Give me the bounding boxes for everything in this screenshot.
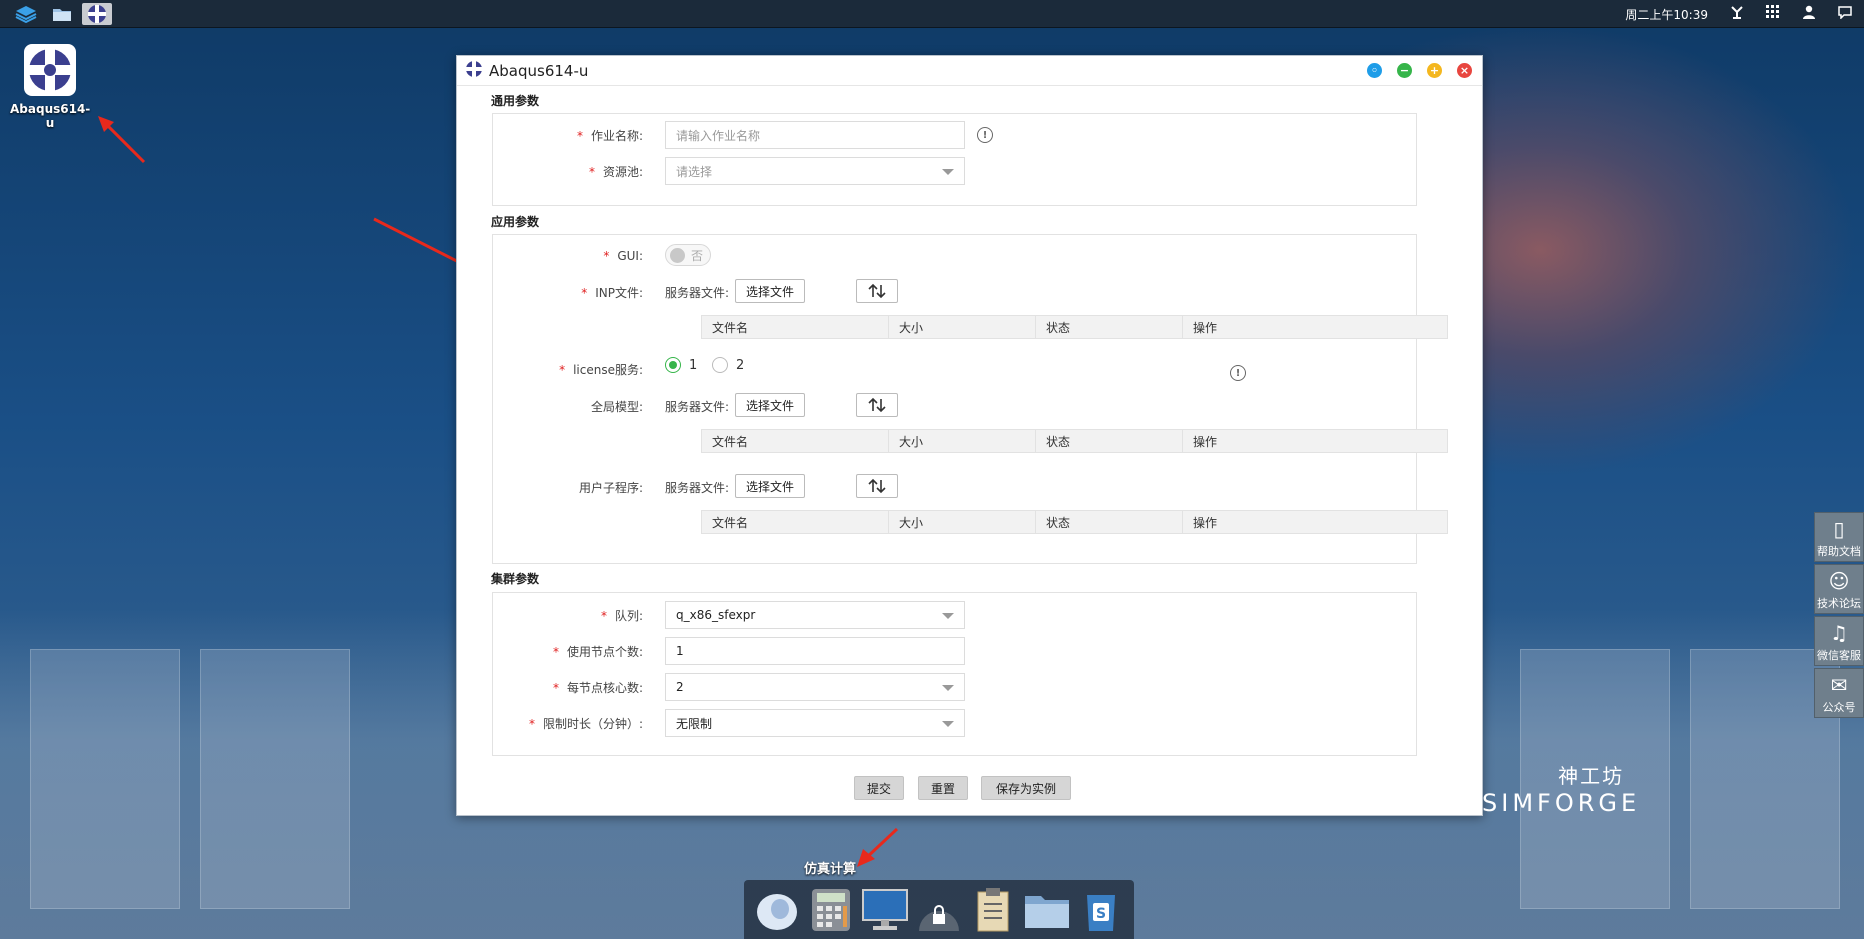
abaqus-icon[interactable]	[82, 3, 112, 25]
folder-icon[interactable]	[1022, 885, 1072, 935]
reset-button[interactable]: 重置	[918, 776, 968, 800]
help-docs-button[interactable]: ▯ 帮助文档	[1814, 512, 1864, 562]
gui-label: * GUI:	[603, 249, 643, 263]
background-rack	[200, 649, 350, 909]
tech-forum-button[interactable]: ☺ 技术论坛	[1814, 564, 1864, 614]
license-radio-2[interactable]: 2	[712, 357, 744, 373]
window-title: Abaqus614-u	[489, 61, 589, 80]
submit-button[interactable]: 提交	[854, 776, 904, 800]
save-as-instance-button[interactable]: 保存为实例	[981, 776, 1071, 800]
nodes-label: * 使用节点个数:	[552, 645, 643, 659]
lock-icon[interactable]	[914, 885, 964, 935]
cores-label: * 每节点核心数:	[552, 681, 643, 695]
subroutine-label: 用户子程序:	[578, 481, 643, 495]
time-limit-select[interactable]: 无限制	[665, 709, 965, 737]
shell-app-icon[interactable]	[752, 885, 802, 935]
cluster-params-panel: * 队列: q_x86_sfexpr * 使用节点个数: 1 * 每节点核心数: 2 …	[492, 592, 1417, 756]
headset-icon: ♫	[1830, 621, 1848, 645]
chevron-down-icon	[942, 613, 954, 619]
dock-label: 仿真计算	[804, 862, 857, 877]
transfer-icon	[868, 478, 886, 494]
abaqus-window: Abaqus614-u ◦ − + × 通用参数 * 作业名称: 请输入作业名称 …	[456, 55, 1483, 816]
subroutine-table-header: 文件名 大小 状态 操作	[701, 510, 1448, 534]
apps-grid-icon[interactable]	[1766, 5, 1780, 23]
chevron-down-icon	[942, 685, 954, 691]
monitor-icon[interactable]	[860, 885, 910, 935]
annotation-arrow	[98, 116, 146, 164]
license-label: * license服务:	[559, 363, 643, 377]
info-icon[interactable]: !	[977, 127, 993, 143]
upload-download-button[interactable]	[856, 393, 898, 417]
transfer-icon	[868, 397, 886, 413]
inp-file-table-header: 文件名 大小 状态 操作	[701, 315, 1448, 339]
wechat-icon: ✉	[1830, 673, 1848, 697]
maximize-icon[interactable]: +	[1427, 63, 1442, 78]
section-title-general: 通用参数	[491, 94, 540, 108]
minimize-icon[interactable]: −	[1397, 63, 1412, 78]
s-app-icon[interactable]: S	[1076, 885, 1126, 935]
pool-select[interactable]: 请选择	[665, 157, 965, 185]
chevron-down-icon	[942, 169, 954, 175]
queue-select[interactable]: q_x86_sfexpr	[665, 601, 965, 629]
inp-label: * INP文件:	[581, 286, 643, 300]
abaqus-logo-icon	[24, 44, 76, 96]
server-file-label: 服务器文件:	[665, 286, 730, 300]
wechat-support-button[interactable]: ♫ 微信客服	[1814, 616, 1864, 666]
layers-icon[interactable]	[14, 3, 38, 25]
face-icon: ☺	[1828, 569, 1850, 593]
official-account-button[interactable]: ✉ 公众号	[1814, 668, 1864, 718]
job-name-label: * 作业名称:	[576, 129, 643, 143]
user-icon[interactable]	[1802, 5, 1816, 23]
dock: S	[744, 880, 1134, 939]
calculator-icon[interactable]	[806, 885, 856, 935]
window-title-bar[interactable]: Abaqus614-u ◦ − + ×	[457, 56, 1482, 86]
section-title-cluster: 集群参数	[491, 572, 540, 586]
nodes-input[interactable]: 1	[665, 637, 965, 665]
choose-file-button[interactable]: 选择文件	[735, 393, 806, 417]
gui-toggle[interactable]: 否	[665, 244, 711, 266]
close-icon[interactable]: ×	[1457, 63, 1472, 78]
settings-icon[interactable]: ◦	[1367, 63, 1382, 78]
queue-label: * 队列:	[600, 609, 643, 623]
svg-text:S: S	[1096, 906, 1106, 922]
clipboard-icon[interactable]	[968, 885, 1018, 935]
server-file-label: 服务器文件:	[665, 481, 730, 495]
clock: 周二上午10:39	[1625, 7, 1708, 22]
chat-icon[interactable]	[1838, 5, 1852, 23]
top-bar: 周二上午10:39	[0, 0, 1864, 28]
time-limit-label: * 限制时长（分钟）:	[528, 717, 643, 731]
transfer-icon	[868, 283, 886, 299]
cores-select[interactable]: 2	[665, 673, 965, 701]
abaqus-small-icon	[465, 60, 483, 82]
app-params-panel: * GUI: 否 * INP文件: 服务器文件: 选择文件 文件名 大小 状态 操作…	[492, 234, 1448, 564]
upload-download-button[interactable]	[856, 474, 898, 498]
server-file-label: 服务器文件:	[665, 400, 730, 414]
global-model-table-header: 文件名 大小 状态 操作	[701, 429, 1448, 453]
section-title-app: 应用参数	[491, 215, 540, 229]
chevron-down-icon	[942, 721, 954, 727]
desktop-icon-label: Abaqus614-u	[10, 102, 91, 130]
license-radio-1[interactable]: 1	[665, 357, 697, 373]
annotation-arrow	[857, 827, 899, 867]
background-rack	[30, 649, 180, 909]
brand-logo: 神工坊 SIMFORGE	[1482, 764, 1641, 817]
choose-file-button[interactable]: 选择文件	[735, 279, 806, 303]
pool-label: * 资源池:	[588, 165, 643, 179]
desktop-icon-abaqus[interactable]: Abaqus614-u	[10, 44, 90, 130]
job-name-input[interactable]: 请输入作业名称	[665, 121, 965, 149]
upload-download-button[interactable]	[856, 279, 898, 303]
global-model-label: 全局模型:	[590, 400, 643, 414]
folder-icon[interactable]	[50, 3, 74, 25]
general-params-panel: * 作业名称: 请输入作业名称 ! * 资源池: 请选择	[492, 113, 1417, 206]
info-icon[interactable]: !	[1230, 365, 1246, 381]
book-icon: ▯	[1833, 517, 1845, 541]
choose-file-button[interactable]: 选择文件	[735, 474, 806, 498]
network-icon[interactable]	[1730, 5, 1744, 23]
